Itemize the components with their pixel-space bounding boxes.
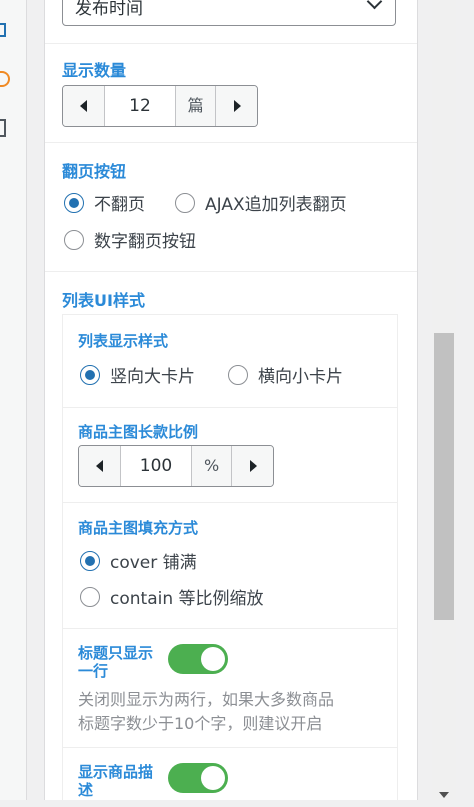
show-description-label: 显示商品描 述 (78, 763, 153, 799)
title-single-line-help: 关闭则显示为两行，如果大多数商品 标题字数少于10个字，则建议开启 (78, 688, 388, 736)
radio-label: contain 等比例缩放 (110, 589, 264, 609)
label-line: 述 (78, 781, 94, 799)
ratio-decrement-button[interactable] (79, 446, 121, 486)
caret-left-icon (96, 460, 103, 472)
scroll-down-arrow-icon[interactable] (439, 792, 449, 798)
radio-unchecked[interactable] (80, 586, 100, 607)
label-line: 一行 (78, 662, 109, 680)
radio-label: AJAX追加列表翻页 (205, 195, 347, 215)
comments-icon[interactable] (0, 71, 10, 87)
sort-select[interactable]: 发布时间 (62, 0, 396, 26)
image-ratio-title: 商品主图长款比例 (78, 423, 199, 441)
pagination-option-ajax[interactable]: AJAX追加列表翻页 (175, 190, 347, 215)
count-decrement-button[interactable] (63, 86, 105, 126)
radio-unchecked[interactable] (64, 229, 84, 250)
radio-unchecked[interactable] (175, 192, 195, 213)
posts-icon[interactable] (0, 23, 6, 37)
image-ratio-section: 商品主图长款比例 100 % (63, 407, 397, 503)
list-ui-title: 列表UI样式 (62, 291, 145, 310)
ratio-increment-button[interactable] (231, 446, 273, 486)
admin-sidebar-edge (0, 0, 27, 800)
image-fill-title: 商品主图填充方式 (78, 519, 199, 537)
title-single-line-label: 标题只显示 一行 (78, 644, 153, 680)
help-line: 关闭则显示为两行，如果大多数商品 (78, 690, 335, 709)
count-input[interactable]: 12 (105, 86, 175, 126)
help-line: 标题字数少于10个字，则建议开启 (78, 714, 323, 733)
sort-section: 发布时间 (45, 0, 417, 44)
title-single-line-section: 标题只显示 一行 关闭则显示为两行，如果大多数商品 标题字数少于10个字，则建议… (63, 628, 397, 748)
list-style-title: 列表显示样式 (78, 332, 169, 350)
scrollbar-thumb[interactable] (434, 333, 454, 620)
radio-checked[interactable] (64, 192, 84, 213)
show-description-section: 显示商品描 述 (63, 747, 397, 807)
radio-label: 数字翻页按钮 (94, 232, 196, 252)
caret-right-icon (234, 100, 242, 112)
caret-right-icon (250, 460, 258, 472)
title-single-line-toggle[interactable] (168, 644, 228, 674)
label-line: 标题只显示 (78, 644, 154, 662)
pagination-section: 翻页按钮 不翻页 AJAX追加列表翻页 数字翻页按钮 (45, 143, 417, 272)
count-title: 显示数量 (62, 61, 127, 80)
list-style-section: 列表显示样式 竖向大卡片 横向小卡片 (63, 315, 397, 408)
image-ratio-stepper[interactable]: 100 % (78, 445, 274, 487)
pagination-option-numeric[interactable]: 数字翻页按钮 (64, 227, 196, 252)
radio-unchecked[interactable] (228, 364, 248, 385)
count-section: 显示数量 12 篇 (45, 43, 417, 143)
radio-label: 竖向大卡片 (110, 367, 195, 387)
toggle-knob (201, 647, 225, 671)
radio-label: 横向小卡片 (258, 367, 343, 387)
list-ui-box: 列表显示样式 竖向大卡片 横向小卡片 商品主图长款比例 100 % 商品主图填充… (62, 314, 398, 800)
ratio-input[interactable]: 100 (121, 446, 191, 486)
count-stepper[interactable]: 12 篇 (62, 85, 258, 127)
radio-checked[interactable] (80, 364, 100, 385)
radio-label: 不翻页 (94, 195, 145, 215)
list-style-option-horizontal[interactable]: 横向小卡片 (228, 362, 343, 387)
count-increment-button[interactable] (215, 86, 257, 126)
sort-select-value: 发布时间 (75, 0, 143, 19)
image-fill-option-cover[interactable]: cover 铺满 (80, 548, 197, 573)
label-line: 显示商品描 (78, 763, 154, 781)
pagination-title: 翻页按钮 (62, 162, 127, 181)
image-fill-section: 商品主图填充方式 cover 铺满 contain 等比例缩放 (63, 502, 397, 629)
pages-icon[interactable] (0, 119, 6, 137)
ratio-unit: % (191, 446, 232, 486)
radio-label: cover 铺满 (110, 553, 197, 573)
list-style-option-vertical[interactable]: 竖向大卡片 (80, 362, 195, 387)
radio-checked[interactable] (80, 550, 100, 571)
pagination-option-none[interactable]: 不翻页 (64, 190, 145, 215)
toggle-knob (201, 766, 225, 790)
caret-left-icon (80, 100, 87, 112)
count-unit: 篇 (175, 86, 216, 126)
settings-panel: 发布时间 显示数量 12 篇 翻页按钮 不翻页 AJAX追加列表翻页 数字翻页按… (44, 0, 418, 800)
show-description-toggle[interactable] (168, 763, 228, 793)
chevron-down-icon (366, 0, 383, 10)
image-fill-option-contain[interactable]: contain 等比例缩放 (80, 584, 264, 609)
